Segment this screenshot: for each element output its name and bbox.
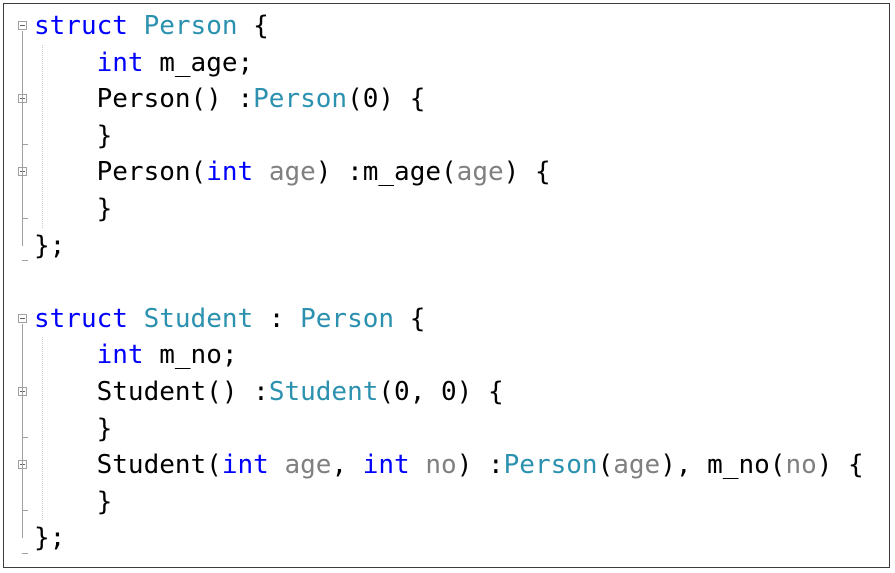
- parameter-token: age: [268, 157, 316, 188]
- code-line[interactable]: Person(int age) :m_age(age) {: [34, 154, 864, 191]
- type-token: Student: [268, 376, 379, 407]
- code-line[interactable]: struct Student : Person {: [34, 301, 864, 338]
- text-token: ), m_no(: [660, 450, 786, 481]
- text-token: };: [34, 523, 66, 554]
- keyword-token: int: [96, 340, 144, 371]
- code-line[interactable]: }: [34, 484, 864, 521]
- keyword-token: struct: [34, 303, 128, 334]
- text-token: }: [34, 193, 113, 224]
- code-line[interactable]: }: [34, 118, 864, 155]
- text-token: ) {: [503, 157, 551, 188]
- text-token: ) {: [816, 450, 864, 481]
- fold-region-end: [22, 260, 28, 262]
- fold-region-line: [22, 177, 23, 216]
- fold-region-line: [22, 470, 23, 509]
- text-token: (: [597, 450, 614, 481]
- text-token: {: [237, 11, 269, 41]
- text-token: }: [34, 413, 113, 444]
- text-token: ) :: [456, 450, 504, 481]
- text-token: :: [253, 303, 301, 334]
- code-area[interactable]: struct Person { int m_age; Person() :Per…: [34, 8, 864, 557]
- fold-region-end: [22, 437, 28, 439]
- code-line[interactable]: int m_age;: [34, 45, 864, 82]
- fold-region-line: [22, 104, 23, 143]
- parameter-token: age: [284, 450, 332, 481]
- code-line[interactable]: };: [34, 520, 864, 557]
- code-line[interactable]: }: [34, 191, 864, 228]
- keyword-token: int: [221, 450, 269, 481]
- fold-region-end: [22, 510, 28, 512]
- text-token: Student() :: [34, 376, 269, 407]
- type-token: Person: [253, 84, 348, 115]
- type-token: Person: [503, 450, 598, 481]
- fold-region-end: [22, 217, 28, 219]
- text-token: ,: [331, 450, 363, 481]
- collapse-minus-icon[interactable]: [18, 313, 27, 323]
- text-token: m_age;: [143, 47, 254, 78]
- parameter-token: no: [425, 450, 457, 481]
- code-line[interactable]: Student(int age, int no) :Person(age), m…: [34, 447, 864, 484]
- text-token: {: [394, 303, 426, 334]
- type-token: Person: [300, 303, 395, 334]
- text-token: ) :m_age(: [315, 157, 457, 188]
- code-line[interactable]: Person() :Person(0) {: [34, 81, 864, 118]
- parameter-token: age: [613, 450, 661, 481]
- text-token: };: [34, 230, 66, 261]
- text-token: }: [34, 120, 113, 151]
- type-token: Student: [143, 303, 254, 334]
- fold-region-end: [22, 553, 28, 554]
- text-token: Person(: [34, 157, 207, 188]
- code-line[interactable]: struct Person {: [34, 8, 864, 45]
- code-editor: struct Person { int m_age; Person() :Per…: [3, 3, 890, 568]
- text-token: Student(: [34, 450, 222, 481]
- keyword-token: int: [362, 450, 410, 481]
- parameter-token: no: [785, 450, 817, 481]
- code-line[interactable]: [34, 264, 864, 301]
- collapse-minus-icon[interactable]: [18, 21, 27, 30]
- code-line[interactable]: }: [34, 411, 864, 448]
- text-token: (0) {: [347, 84, 426, 115]
- text-token: m_no;: [143, 340, 238, 371]
- fold-region-end: [22, 144, 28, 146]
- code-line[interactable]: int m_no;: [34, 337, 864, 374]
- code-line[interactable]: };: [34, 228, 864, 265]
- keyword-token: struct: [34, 11, 128, 41]
- text-token: (0, 0) {: [378, 376, 504, 407]
- text-token: Person() :: [34, 84, 254, 115]
- keyword-token: int: [96, 47, 144, 78]
- parameter-token: age: [456, 157, 504, 188]
- keyword-token: int: [206, 157, 254, 188]
- text-token: }: [34, 486, 113, 517]
- code-line[interactable]: Student() :Student(0, 0) {: [34, 374, 864, 411]
- fold-region-line: [22, 397, 23, 436]
- type-token: Person: [143, 11, 238, 41]
